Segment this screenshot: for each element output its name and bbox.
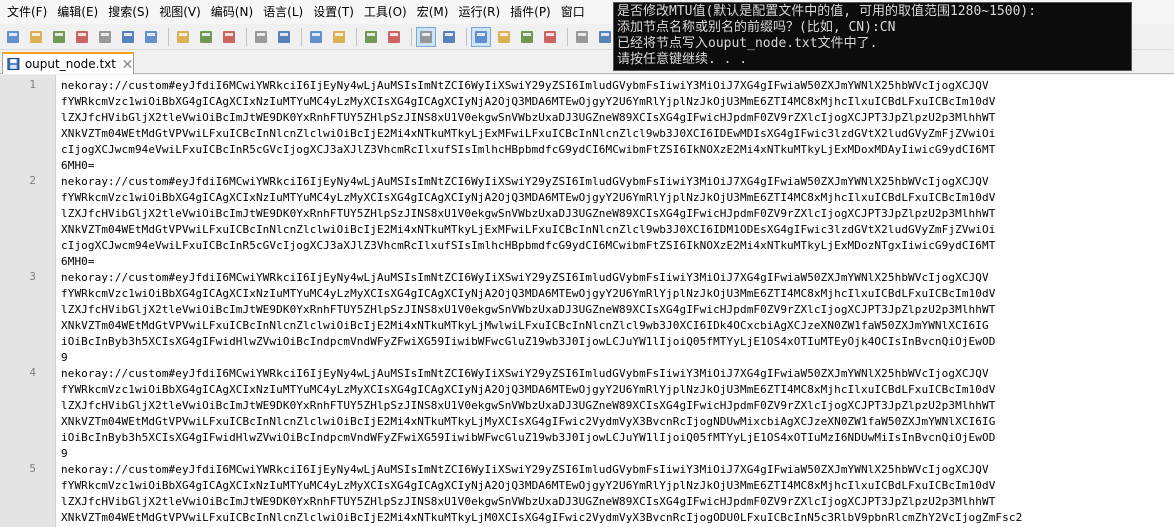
menu-item[interactable]: 插件(P) (505, 0, 556, 24)
console-line: 请按任意键继续. . . (617, 52, 748, 67)
doc-map-icon[interactable] (540, 27, 560, 47)
code-line: nekoray://custom#eyJfdiI6MCwiYWRkciI6IjE… (61, 271, 989, 284)
close-icon[interactable] (122, 58, 133, 70)
word-wrap-icon[interactable] (471, 26, 491, 47)
code-line: fYWRkcmVzc1wiOiBbXG4gICAgXCIxNzIuMTYuMC4… (61, 479, 996, 492)
paste-icon[interactable] (219, 27, 239, 47)
code-line: nekoray://custom#eyJfdiI6MCwiYWRkciI6IjE… (61, 367, 989, 380)
menu-item[interactable]: 工具(O) (359, 0, 412, 24)
toolbar-separator (466, 27, 467, 46)
code-line: nekoray://custom#eyJfdiI6MCwiYWRkciI6IjE… (61, 79, 989, 92)
sync-vertical-icon[interactable] (416, 26, 436, 47)
save-all-icon[interactable] (72, 27, 92, 47)
code-line: fYWRkcmVzc1wiOiBbXG4gICAgXCIxNzIuMTYuMC4… (61, 191, 996, 204)
zoom-in-icon[interactable] (361, 27, 381, 47)
toolbar-separator (356, 27, 357, 46)
print-icon[interactable] (141, 27, 161, 47)
code-line: lZXJfcHVibGljX2tleVwiOiBcImJtWE9DK0YxRnh… (61, 495, 996, 508)
tab-ouput-node[interactable]: ouput_node.txt (2, 52, 134, 74)
find-icon[interactable] (306, 27, 326, 47)
function-list-icon[interactable] (572, 27, 592, 47)
menu-item[interactable]: 运行(R) (453, 0, 505, 24)
code-line: lZXJfcHVibGljX2tleVwiOiBcImJtWE9DK0YxRnh… (61, 399, 996, 412)
code-line: lZXJfcHVibGljX2tleVwiOiBcImJtWE9DK0YxRnh… (61, 207, 996, 220)
line-number: 5 (29, 462, 36, 475)
tab-label: ouput_node.txt (24, 57, 116, 71)
line-number: 2 (29, 174, 36, 187)
code-line: nekoray://custom#eyJfdiI6MCwiYWRkciI6IjE… (61, 175, 989, 188)
menu-item[interactable]: 窗口 (556, 0, 590, 24)
code-line: 9 (61, 447, 68, 460)
console-line: 是否修改MTU值(默认是配置文件中的值, 可用的取值范围1280~1500): (617, 4, 1037, 19)
code-line: XNkVZTm04WEtMdGtVPVwiLFxuICBcInNlcnZlclw… (61, 319, 989, 332)
console-line: 添加节点名称或别名的前缀吗？(比如, CN):CN (617, 20, 896, 35)
menu-item[interactable]: 宏(M) (412, 0, 454, 24)
console-line: 已经将节点写入ouput_node.txt文件中了. (617, 36, 878, 51)
menu-item[interactable]: 语言(L) (258, 0, 308, 24)
close-all-icon[interactable] (118, 27, 138, 47)
menu-item[interactable]: 文件(F) (2, 0, 52, 24)
code-line: XNkVZTm04WEtMdGtVPVwiLFxuICBcInNlcnZlclw… (61, 415, 996, 428)
copy-icon[interactable] (196, 27, 216, 47)
line-number: 4 (29, 366, 36, 379)
menu-item[interactable]: 编码(N) (206, 0, 258, 24)
folder-workspace-icon[interactable] (595, 27, 615, 47)
toolbar-separator (567, 27, 568, 46)
code-line: lZXJfcHVibGljX2tleVwiOiBcImJtWE9DK0YxRnh… (61, 111, 996, 124)
line-number-gutter: 1 2 3 4 5 (0, 75, 56, 527)
toolbar-separator (411, 27, 412, 46)
code-line: lZXJfcHVibGljX2tleVwiOiBcImJtWE9DK0YxRnh… (61, 303, 996, 316)
indent-guide-icon[interactable] (517, 27, 537, 47)
code-line: 9 (61, 351, 68, 364)
code-line: nekoray://custom#eyJfdiI6MCwiYWRkciI6IjE… (61, 463, 989, 476)
toolbar-separator (246, 27, 247, 46)
toolbar-separator (168, 27, 169, 46)
menu-item[interactable]: 设置(T) (308, 0, 359, 24)
redo-icon[interactable] (274, 27, 294, 47)
toolbar-separator (301, 27, 302, 46)
code-line: iOiBcInByb3h5XCIsXG4gIFwidHlwZVwiOiBcInd… (61, 335, 996, 348)
open-file-icon[interactable] (26, 27, 46, 47)
code-line: fYWRkcmVzc1wiOiBbXG4gICAgXCIxNzIuMTYuMC4… (61, 383, 996, 396)
replace-icon[interactable] (329, 27, 349, 47)
code-line: 6MH0= (61, 159, 95, 172)
code-line: iOiBcInByb3h5XCIsXG4gIFwidHlwZVwiOiBcInd… (61, 431, 996, 444)
save-icon (7, 57, 20, 71)
menu-item[interactable]: 视图(V) (154, 0, 206, 24)
menu-item[interactable]: 编辑(E) (52, 0, 103, 24)
close-icon[interactable] (95, 27, 115, 47)
code-line: cIjogXCJwcm94eVwiLFxuICBcInR5cGVcIjogXCJ… (61, 239, 996, 252)
code-line: XNkVZTm04WEtMdGtVPVwiLFxuICBcInNlcnZlclw… (61, 127, 996, 140)
menu-item[interactable]: 搜索(S) (103, 0, 154, 24)
zoom-out-icon[interactable] (384, 27, 404, 47)
code-line: fYWRkcmVzc1wiOiBbXG4gICAgXCIxNzIuMTYuMC4… (61, 95, 996, 108)
console-window[interactable]: 是否修改MTU值(默认是配置文件中的值, 可用的取值范围1280~1500): 添… (613, 2, 1132, 71)
code-line: fYWRkcmVzc1wiOiBbXG4gICAgXCIxNzIuMTYuMC4… (61, 287, 996, 300)
code-line: cIjogXCJwcm94eVwiLFxuICBcInR5cGVcIjogXCJ… (61, 143, 996, 156)
line-number: 1 (29, 78, 36, 91)
show-all-chars-icon[interactable] (494, 27, 514, 47)
cut-icon[interactable] (173, 27, 193, 47)
save-icon[interactable] (49, 27, 69, 47)
code-line: XNkVZTm04WEtMdGtVPVwiLFxuICBcInNlcnZlclw… (61, 223, 996, 236)
undo-icon[interactable] (251, 27, 271, 47)
line-number: 3 (29, 270, 36, 283)
code-line: XNkVZTm04WEtMdGtVPVwiLFxuICBcInNlcnZlclw… (61, 511, 1023, 524)
text-editor[interactable]: 1 2 3 4 5 nekoray://custom#eyJfdiI6MCwiYWRkc… (0, 75, 1174, 527)
new-file-icon[interactable] (3, 27, 23, 47)
sync-horizontal-icon[interactable] (439, 27, 459, 47)
code-line: 6MH0= (61, 255, 95, 268)
